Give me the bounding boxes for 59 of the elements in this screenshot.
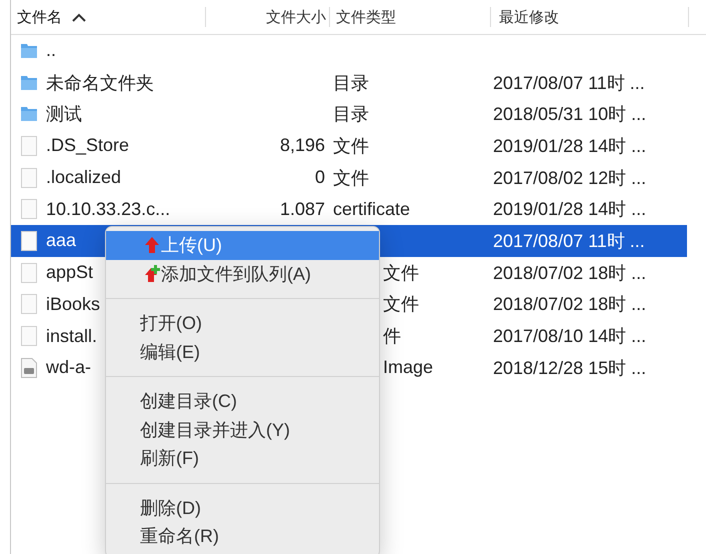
modified-date: 2019/01/28 14时 ... bbox=[493, 136, 646, 156]
column-header[interactable]: 文件大小 bbox=[266, 8, 326, 26]
file-type: Image bbox=[383, 357, 434, 378]
document-icon bbox=[20, 199, 36, 220]
modified-date: 2018/07/02 18时 ... bbox=[493, 294, 646, 314]
file-size: 8,196 bbox=[280, 135, 325, 156]
file-name[interactable]: 测试 bbox=[46, 104, 82, 124]
menu-item[interactable]: 重命名(R) bbox=[106, 522, 379, 550]
file-name[interactable]: 10.10.33.23.c... bbox=[46, 198, 170, 219]
menu-item[interactable]: 添加文件到队列(A) bbox=[106, 260, 379, 288]
file-size: 0 bbox=[314, 167, 325, 188]
file-name[interactable]: .localized bbox=[46, 167, 122, 188]
file-name[interactable]: wd-a- bbox=[46, 357, 92, 378]
document-icon bbox=[20, 326, 36, 346]
file-name[interactable]: install. bbox=[46, 326, 98, 346]
modified-date: 2018/07/02 18时 ... bbox=[493, 262, 646, 283]
file-type: 件 bbox=[383, 326, 401, 346]
file-name[interactable]: iBooks bbox=[46, 294, 100, 314]
column-header[interactable]: 文件类型 bbox=[336, 8, 396, 26]
modified-date: 2017/08/07 11时 ... bbox=[493, 230, 645, 251]
document-icon bbox=[20, 294, 36, 314]
menu-item[interactable]: 创建目录并进入(Y) bbox=[106, 416, 379, 444]
file-type: 目录 bbox=[333, 104, 369, 124]
menu-item[interactable]: 刷新(F) bbox=[106, 444, 379, 472]
menu-item[interactable]: 打开(O) bbox=[106, 309, 379, 338]
modified-date: 2017/08/07 11时 ... bbox=[493, 72, 645, 93]
folder-icon bbox=[20, 74, 38, 92]
modified-date: 2018/05/31 10时 ... bbox=[493, 104, 646, 124]
file-name[interactable]: .DS_Store bbox=[46, 135, 130, 156]
file-type: 文件 bbox=[333, 168, 369, 188]
file-type: 文件 bbox=[333, 136, 369, 156]
document-icon bbox=[20, 230, 36, 251]
file-type: 目录 bbox=[333, 72, 369, 93]
menu-item[interactable]: 编辑(E) bbox=[106, 338, 379, 366]
document-icon bbox=[20, 262, 36, 283]
up-arrow-icon bbox=[144, 236, 160, 254]
arrow-plus-icon bbox=[144, 264, 160, 282]
menu-item[interactable]: 创建目录(C) bbox=[106, 387, 379, 416]
file-name[interactable]: appSt bbox=[46, 262, 94, 282]
menu-item[interactable]: 上传(U) bbox=[106, 231, 379, 260]
file-size: 1.087 bbox=[280, 198, 325, 219]
modified-date: 2017/08/02 12时 ... bbox=[493, 168, 646, 188]
disk-image-icon bbox=[20, 358, 36, 378]
document-icon bbox=[20, 136, 36, 156]
column-header[interactable]: 最近修改 bbox=[499, 8, 559, 26]
modified-date: 2019/01/28 14时 ... bbox=[493, 199, 646, 220]
column-header[interactable]: 文件名 bbox=[17, 8, 62, 26]
folder-icon bbox=[20, 105, 38, 124]
file-name[interactable]: .. bbox=[46, 40, 56, 60]
file-name[interactable]: 未命名文件夹 bbox=[46, 72, 154, 93]
file-type: certificate bbox=[333, 198, 410, 219]
file-name[interactable]: aaa bbox=[46, 230, 76, 250]
menu-item[interactable]: 删除(D) bbox=[106, 494, 379, 522]
document-icon bbox=[20, 168, 36, 188]
modified-date: 2017/08/10 14时 ... bbox=[493, 326, 646, 346]
folder-icon bbox=[20, 42, 38, 60]
modified-date: 2018/12/28 15时 ... bbox=[493, 358, 646, 378]
file-type: 文件 bbox=[383, 294, 419, 314]
file-type: 文件 bbox=[383, 262, 419, 283]
